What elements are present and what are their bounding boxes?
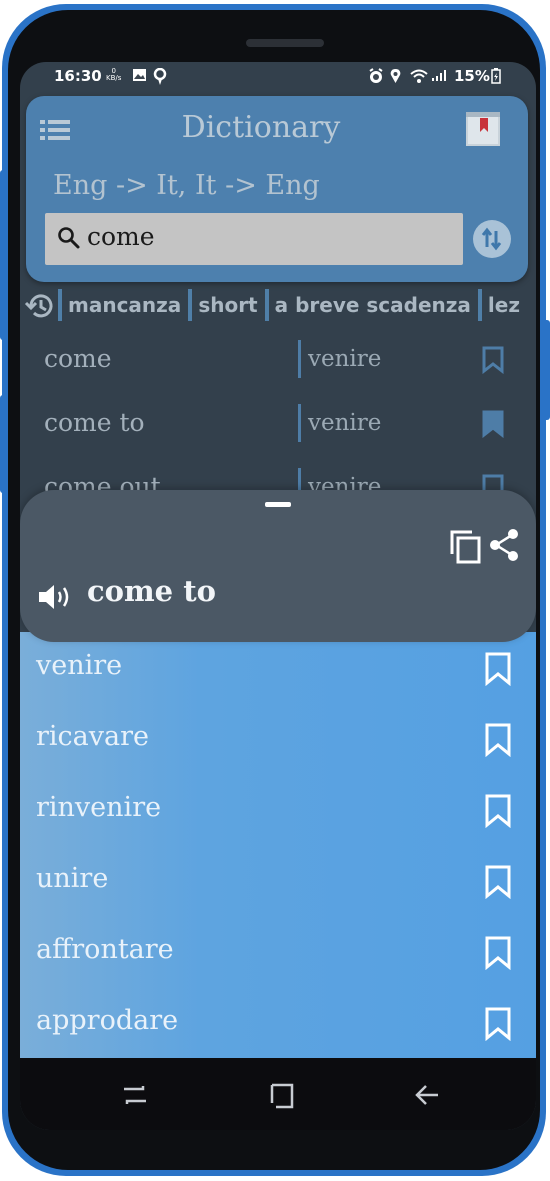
speaker-icon[interactable]	[38, 583, 76, 611]
signal-icon	[432, 70, 446, 81]
bookmark-outline-icon[interactable]	[484, 794, 512, 828]
swap-direction-button[interactable]	[473, 220, 511, 258]
navigation-bar	[20, 1058, 536, 1130]
history-strip: mancanza short a breve scadenza lez	[20, 288, 536, 326]
result-divider	[298, 340, 301, 378]
result-term: come	[44, 344, 112, 373]
alarm-icon	[369, 68, 383, 83]
status-time: 16:30	[54, 67, 102, 85]
app-title: Dictionary	[181, 110, 341, 145]
translation-direction: Eng -> It, It -> Eng	[53, 170, 320, 201]
home-icon[interactable]	[267, 1082, 295, 1110]
side-button	[0, 395, 8, 493]
bookmark-book-icon[interactable]	[464, 110, 502, 148]
history-icon[interactable]	[24, 290, 56, 322]
bookmark-outline-icon[interactable]	[481, 346, 505, 374]
result-translation: venire	[308, 346, 382, 372]
search-icon	[58, 227, 80, 249]
location-icon	[390, 69, 401, 83]
bookmark-outline-icon[interactable]	[484, 936, 512, 970]
copy-icon[interactable]	[450, 530, 482, 564]
result-divider	[298, 404, 301, 442]
back-icon[interactable]	[414, 1082, 442, 1108]
network-speed: 0 KB/s	[106, 67, 122, 82]
screen: 16:30 0 KB/s 15% Dictionary Eng -> It, I…	[20, 62, 536, 1130]
status-bar: 16:30 0 KB/s 15%	[20, 62, 536, 92]
bookmark-outline-icon[interactable]	[484, 1007, 512, 1041]
translation-item[interactable]: venire	[20, 632, 536, 703]
history-chip[interactable]: a breve scadenza	[264, 289, 478, 321]
detail-word: come to	[87, 574, 216, 608]
history-chip[interactable]: mancanza	[58, 289, 188, 321]
bookmark-outline-icon[interactable]	[484, 723, 512, 757]
bookmark-outline-icon[interactable]	[484, 865, 512, 899]
drag-handle[interactable]	[265, 502, 291, 507]
share-icon[interactable]	[488, 528, 520, 562]
earpiece	[246, 39, 324, 47]
translation-text: ricavare	[36, 721, 149, 752]
result-row[interactable]: come venire	[20, 332, 536, 396]
header-card: Dictionary Eng -> It, It -> Eng come	[26, 96, 528, 282]
battery-percent: 15%	[454, 67, 490, 85]
translation-text: venire	[36, 650, 123, 681]
translation-item[interactable]: unire	[20, 845, 536, 916]
gallery-icon	[133, 69, 146, 81]
translation-text: approdare	[36, 1005, 179, 1036]
translation-item[interactable]: rinvenire	[20, 774, 536, 845]
recents-icon[interactable]	[121, 1082, 149, 1108]
bookmark-outline-icon[interactable]	[484, 652, 512, 686]
swap-direction-icon	[481, 227, 502, 251]
history-chip[interactable]: lez	[477, 289, 527, 321]
battery-charging-icon	[491, 68, 501, 84]
volume-button	[0, 170, 8, 340]
search-value: come	[87, 222, 155, 251]
result-row[interactable]: come to venire	[20, 396, 536, 460]
translation-text: rinvenire	[36, 792, 162, 823]
result-translation: venire	[308, 410, 382, 436]
translation-item[interactable]: approdare	[20, 987, 536, 1058]
detail-sheet-header: come to	[20, 490, 536, 642]
translation-text: unire	[36, 863, 109, 894]
translation-item[interactable]: ricavare	[20, 703, 536, 774]
bookmark-filled-icon[interactable]	[481, 410, 505, 438]
translations-list: venire ricavare rinvenire unire affronta…	[20, 632, 536, 1058]
history-chips: mancanza short a breve scadenza lez	[58, 289, 527, 321]
result-term: come to	[44, 408, 145, 437]
translation-item[interactable]: affrontare	[20, 916, 536, 987]
translation-text: affrontare	[36, 934, 174, 965]
wifi-icon	[410, 69, 428, 83]
search-input[interactable]: come	[45, 213, 463, 265]
history-chip[interactable]: short	[188, 289, 264, 321]
location-icon	[153, 68, 167, 85]
power-button	[542, 320, 550, 420]
